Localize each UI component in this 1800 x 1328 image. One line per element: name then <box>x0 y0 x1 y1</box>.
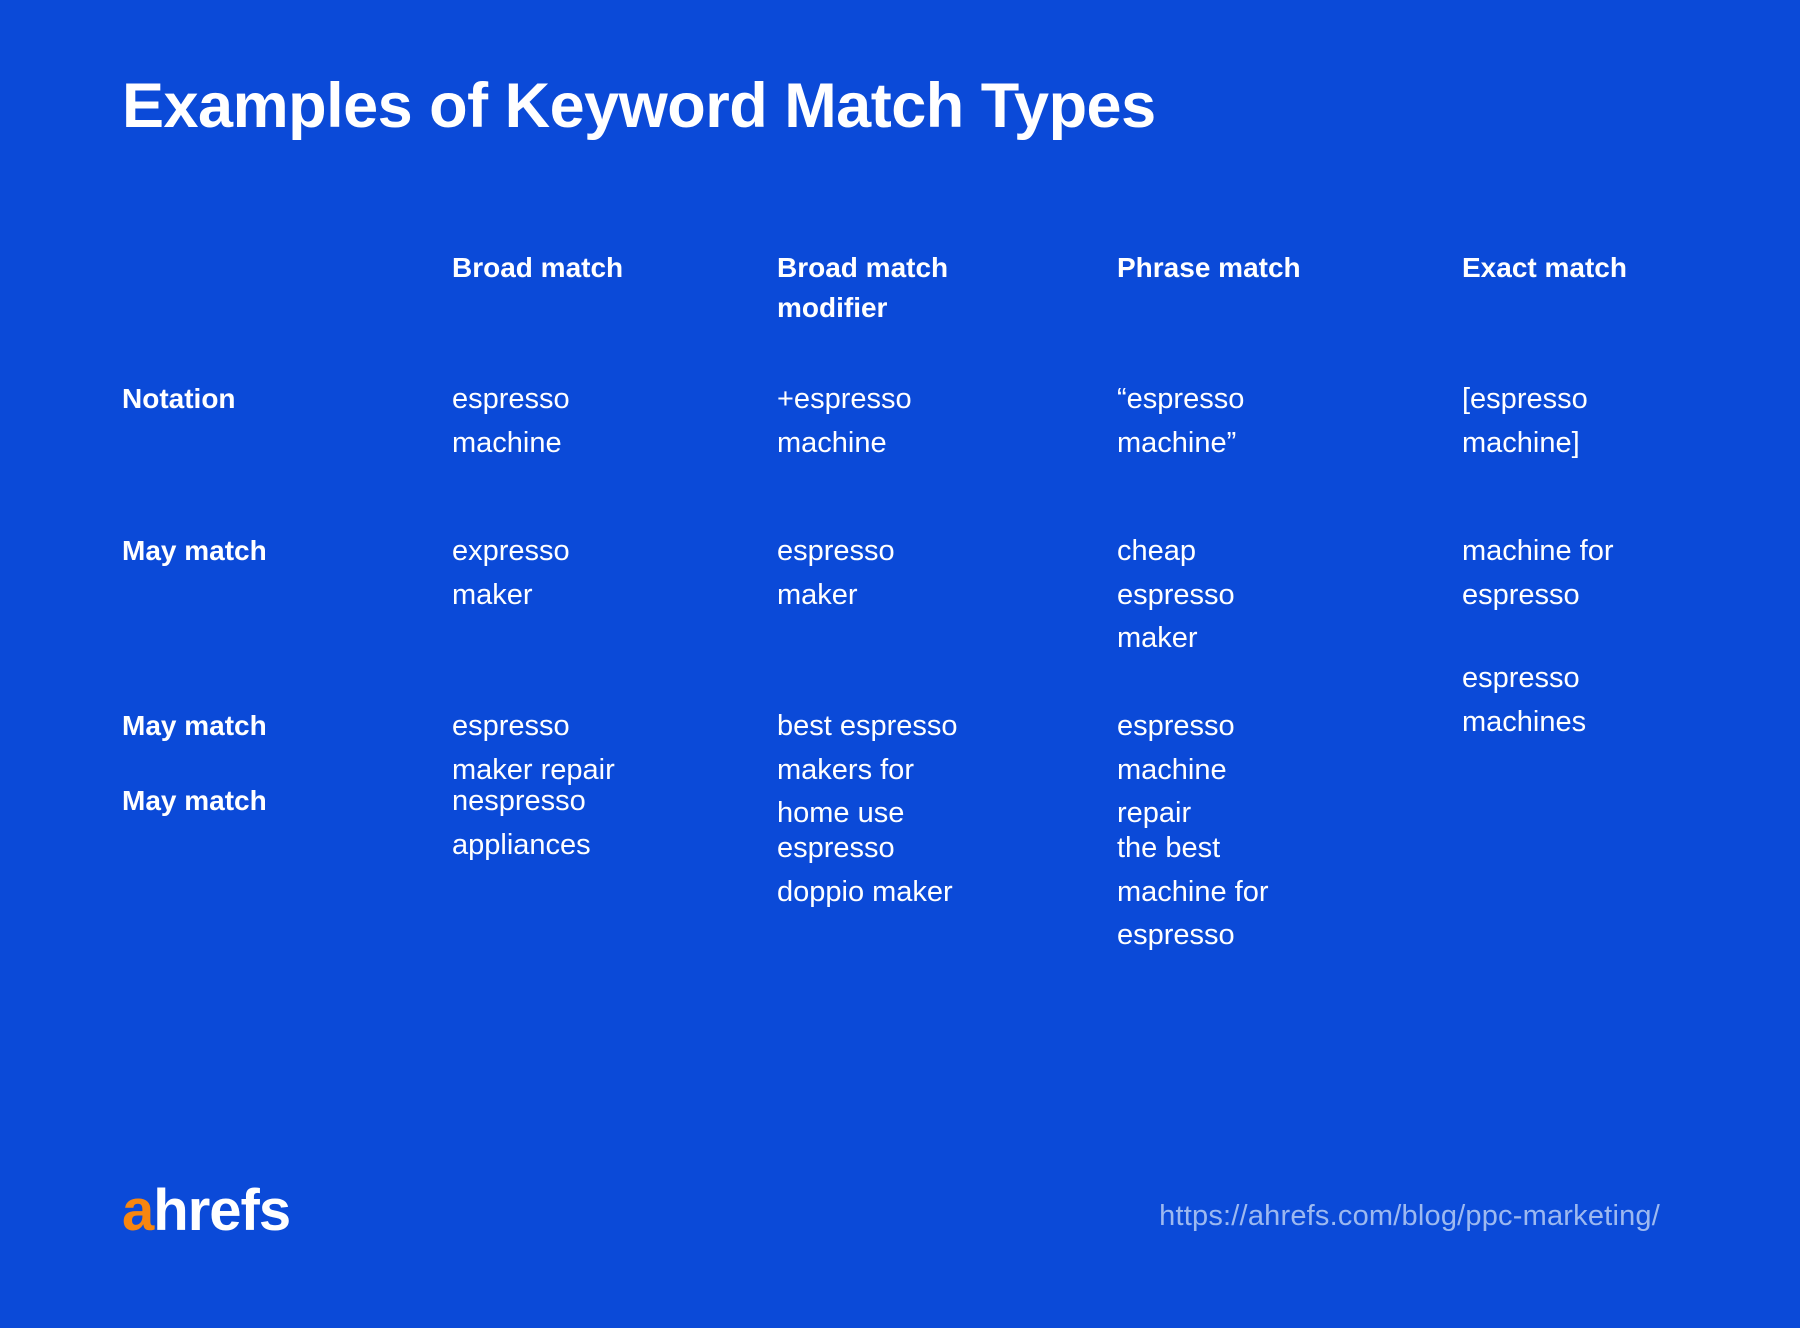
cell-notation-broad-match: espresso machine <box>452 383 570 459</box>
cell-may-match-1-broad-match-modifier: espresso maker <box>777 535 895 611</box>
ahrefs-logo[interactable]: ahrefs <box>122 1182 291 1240</box>
column-header-phrase-match: Phrase match <box>1117 252 1301 283</box>
cell-may-match-1-exact-match: machine for espresso <box>1462 535 1614 611</box>
cell-may-match-2-broad-match-modifier: best espresso makers for home use <box>777 710 958 829</box>
page-title: Examples of Keyword Match Types <box>122 71 1156 141</box>
cell-notation-broad-match-modifier: +espresso machine <box>777 383 912 459</box>
column-header-exact-match: Exact match <box>1462 252 1627 283</box>
cell-may-match-1-broad-match: expresso maker <box>452 535 570 611</box>
cell-may-match-2-broad-match: espresso maker repair <box>452 710 615 786</box>
source-url[interactable]: https://ahrefs.com/blog/ppc-marketing/ <box>1159 1200 1660 1233</box>
ahrefs-logo-wordmark: hrefs <box>153 1178 291 1243</box>
cell-notation-exact-match: [espresso machine] <box>1462 383 1588 459</box>
column-header-broad-match: Broad match <box>452 252 624 283</box>
row-label-may-match-3: May match <box>122 785 267 816</box>
ahrefs-logo-accent-letter: a <box>122 1178 154 1243</box>
cell-may-match-1-phrase-match: cheap espresso maker <box>1117 535 1235 654</box>
row-label-notation: Notation <box>122 383 236 414</box>
table-row: Notation espresso machine +espresso mach… <box>122 378 1682 465</box>
infographic-canvas: Examples of Keyword Match Types Broad ma… <box>0 0 1800 1328</box>
cell-notation-phrase-match: “espresso machine” <box>1117 383 1245 459</box>
table-row: May match nespresso appliances espresso … <box>122 785 1682 986</box>
row-label-may-match-1: May match <box>122 535 267 566</box>
column-header-broad-match-modifier: Broad match modifier <box>777 252 949 323</box>
table-row: May match expresso maker espresso maker … <box>122 530 1682 661</box>
cell-may-match-2-phrase-match: espresso machine repair <box>1117 710 1235 829</box>
cell-may-match-3-phrase-match: the best machine for espresso <box>1117 832 1269 951</box>
table-header-row: Broad match Broad match modifier Phrase … <box>122 248 1682 328</box>
row-label-may-match-2: May match <box>122 710 267 741</box>
cell-may-match-3-broad-match-modifier: espresso doppio maker <box>777 832 953 908</box>
cell-may-match-2-exact-match: espresso machines <box>1462 662 1587 738</box>
cell-may-match-3-broad-match: nespresso appliances <box>452 785 591 861</box>
